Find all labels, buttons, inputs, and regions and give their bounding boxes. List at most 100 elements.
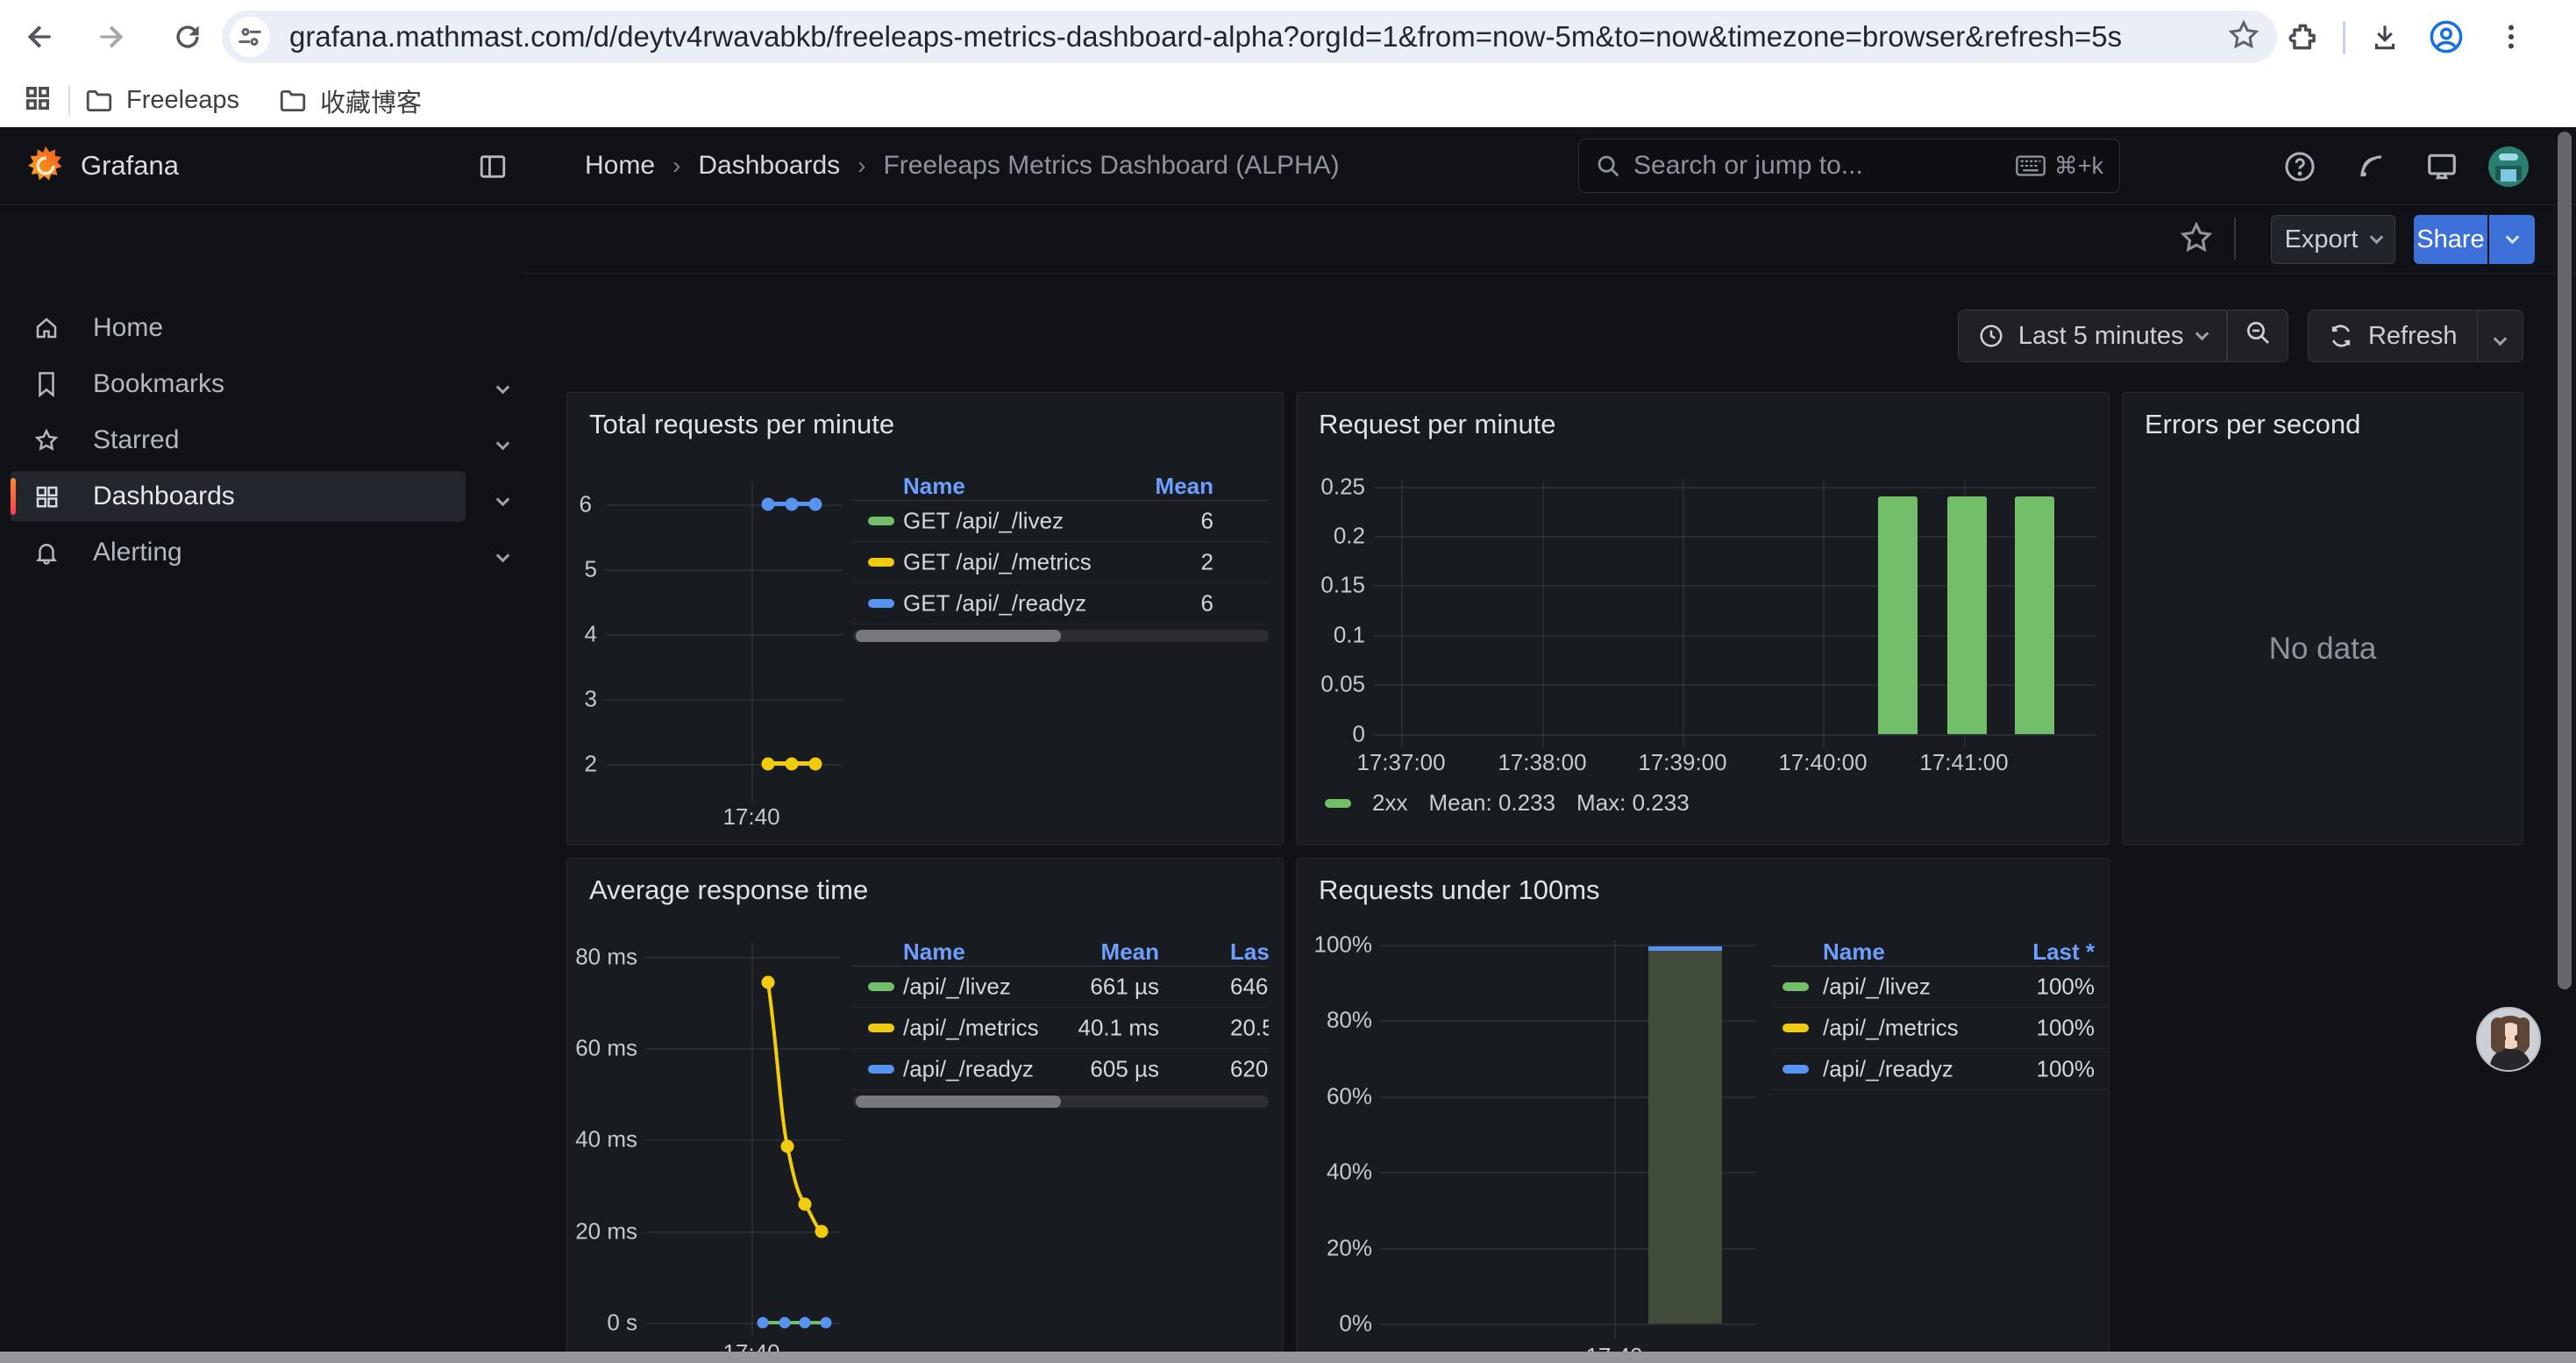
breadcrumb: Home › Dashboards › Freeleaps Metrics Da…: [585, 151, 1340, 181]
breadcrumb-separator: ›: [672, 152, 680, 180]
forward-icon[interactable]: [89, 16, 132, 58]
assistant-avatar[interactable]: [2476, 1007, 2541, 1072]
dashboard-actions-row: Export Share: [523, 205, 2576, 274]
breadcrumb-home[interactable]: Home: [585, 151, 655, 181]
series-color-pill: [868, 1024, 894, 1032]
share-menu-button[interactable]: [2489, 215, 2535, 264]
legend-col-name[interactable]: Name: [903, 473, 965, 500]
toolbar-divider: [2343, 21, 2345, 54]
apps-grid-icon[interactable]: [23, 83, 53, 118]
search-input[interactable]: [1633, 151, 2016, 181]
chevron-down-icon: [2494, 332, 2508, 346]
series-color-pill: [1783, 982, 1809, 991]
series-color-pill: [868, 599, 894, 608]
panel-requests-under-100ms[interactable]: Requests under 100ms 100% 80% 60% 40% 20…: [1296, 858, 2110, 1363]
breadcrumb-dashboards[interactable]: Dashboards: [698, 151, 840, 181]
export-button[interactable]: Export: [2271, 215, 2395, 264]
sidebar: Home Bookmarks Starred Dashboards Alerti: [0, 205, 523, 1363]
profile-icon[interactable]: [2425, 16, 2467, 58]
legend-row[interactable]: /api/_/readyz 605 µs 620 µs: [853, 1049, 1269, 1090]
chevron-down-icon[interactable]: [498, 369, 508, 399]
display-icon[interactable]: [2422, 146, 2462, 187]
user-avatar[interactable]: [2488, 146, 2529, 187]
news-icon[interactable]: [2352, 146, 2392, 187]
no-data-message: No data: [2123, 632, 2523, 667]
sidebar-item-bookmarks[interactable]: Bookmarks: [11, 359, 466, 410]
refresh-interval-button[interactable]: [2478, 322, 2523, 351]
bookmark-folder-blogs[interactable]: 收藏博客: [278, 82, 422, 119]
active-indicator: [11, 478, 16, 515]
legend-row[interactable]: /api/_/metrics 100%: [1772, 1008, 2110, 1049]
url-bar[interactable]: grafana.mathmast.com/d/deytv4rwavabkb/fr…: [222, 11, 2277, 63]
chevron-down-icon[interactable]: [498, 538, 508, 567]
legend-row[interactable]: /api/_/livez 661 µs 646 µs: [853, 967, 1269, 1008]
horizontal-scrollbar[interactable]: [0, 1352, 2576, 1363]
area-100-percent: [1648, 946, 1722, 1324]
chevron-down-icon: [2370, 231, 2384, 245]
legend-row[interactable]: GET /api/_/livez 6: [853, 501, 1269, 542]
refresh-group: Refresh: [2308, 310, 2523, 362]
share-button[interactable]: Share: [2414, 215, 2487, 264]
legend-header: Name Mean: [853, 471, 1269, 501]
legend-row[interactable]: GET /api/_/metrics 2: [853, 542, 1269, 583]
browser-toolbar: grafana.mathmast.com/d/deytv4rwavabkb/fr…: [0, 0, 2576, 74]
chevron-down-icon[interactable]: [498, 425, 508, 455]
help-icon[interactable]: [2280, 146, 2320, 187]
search-box[interactable]: ⌘+k: [1578, 139, 2120, 193]
series-color-pill: [868, 558, 894, 567]
legend-col-mean[interactable]: Mean: [1156, 473, 1213, 500]
panel-total-requests[interactable]: Total requests per minute 6 5 4 3 2 17:4…: [566, 392, 1284, 846]
back-icon[interactable]: [19, 16, 61, 58]
home-icon: [33, 315, 60, 341]
series-color-pill: [868, 982, 894, 991]
legend-row[interactable]: GET /api/_/readyz 6: [853, 583, 1269, 624]
extensions-icon[interactable]: [2283, 16, 2325, 58]
legend-scrollbar[interactable]: [853, 630, 1269, 642]
legend-table: Name Mean Last * /api/_/livez 661 µs 646…: [853, 937, 1269, 1108]
series-metrics-curve: [567, 859, 1284, 1363]
legend-mean: Mean: 0.233: [1428, 789, 1555, 817]
site-settings-icon[interactable]: [230, 17, 270, 57]
reload-icon[interactable]: [167, 16, 209, 58]
panel-average-response-time[interactable]: Average response time 80 ms 60 ms 40 ms …: [566, 858, 1284, 1363]
dashboard-main: Export Share Last 5 minutes: [523, 205, 2576, 1363]
sidebar-toggle-icon[interactable]: [478, 152, 508, 186]
series-color-pill: [868, 517, 894, 525]
url-text[interactable]: grafana.mathmast.com/d/deytv4rwavabkb/fr…: [289, 20, 2226, 54]
time-range-picker[interactable]: Last 5 minutes: [1959, 322, 2227, 351]
panel-request-per-minute[interactable]: Request per minute 0.25 0.2 0.15: [1296, 392, 2110, 846]
clock-icon: [1978, 323, 2004, 349]
panel-errors-per-second[interactable]: Errors per second No data: [2122, 392, 2523, 846]
bookmark-star-icon[interactable]: [2226, 18, 2261, 57]
series-livez-line: [760, 1321, 829, 1324]
series-color-pill: [1783, 1024, 1809, 1032]
sidebar-item-starred[interactable]: Starred: [11, 415, 466, 466]
legend-col-mean[interactable]: Mean: [1101, 938, 1159, 966]
legend-series[interactable]: 2xx: [1372, 789, 1407, 817]
panel-title: Request per minute: [1319, 409, 1556, 440]
downloads-icon[interactable]: [2364, 16, 2406, 58]
legend-scrollbar[interactable]: [853, 1095, 1269, 1108]
legend-col-last[interactable]: Last *: [1230, 938, 1269, 966]
sidebar-item-alerting[interactable]: Alerting: [11, 527, 466, 578]
legend-header: Name Mean Last *: [853, 937, 1269, 967]
zoom-out-button[interactable]: [2228, 318, 2288, 353]
browser-menu-icon[interactable]: [2490, 16, 2532, 58]
sidebar-item-dashboards[interactable]: Dashboards: [11, 471, 466, 522]
vertical-scrollbar[interactable]: [2558, 132, 2572, 989]
chevron-down-icon[interactable]: [498, 482, 508, 511]
legend-row[interactable]: /api/_/metrics 40.1 ms 20.5 ms: [853, 1008, 1269, 1049]
legend-row[interactable]: /api/_/livez 100%: [1772, 967, 2110, 1008]
favorite-star-icon[interactable]: [2178, 219, 2215, 260]
legend-col-last[interactable]: Last *: [2032, 938, 2095, 966]
legend-row[interactable]: /api/_/readyz 100%: [1772, 1049, 2110, 1090]
sidebar-item-label: Bookmarks: [93, 369, 224, 399]
legend-col-name[interactable]: Name: [903, 938, 965, 966]
grafana-app: Grafana Home › Dashboards › Freeleaps Me…: [0, 127, 2576, 1363]
refresh-button[interactable]: Refresh: [2309, 322, 2477, 351]
panel-title: Errors per second: [2145, 409, 2360, 440]
sidebar-item-home[interactable]: Home: [11, 303, 466, 353]
grafana-logo[interactable]: [25, 145, 67, 191]
legend-col-name[interactable]: Name: [1823, 938, 1885, 966]
bookmark-folder-freeleaps[interactable]: Freeleaps: [84, 86, 239, 116]
